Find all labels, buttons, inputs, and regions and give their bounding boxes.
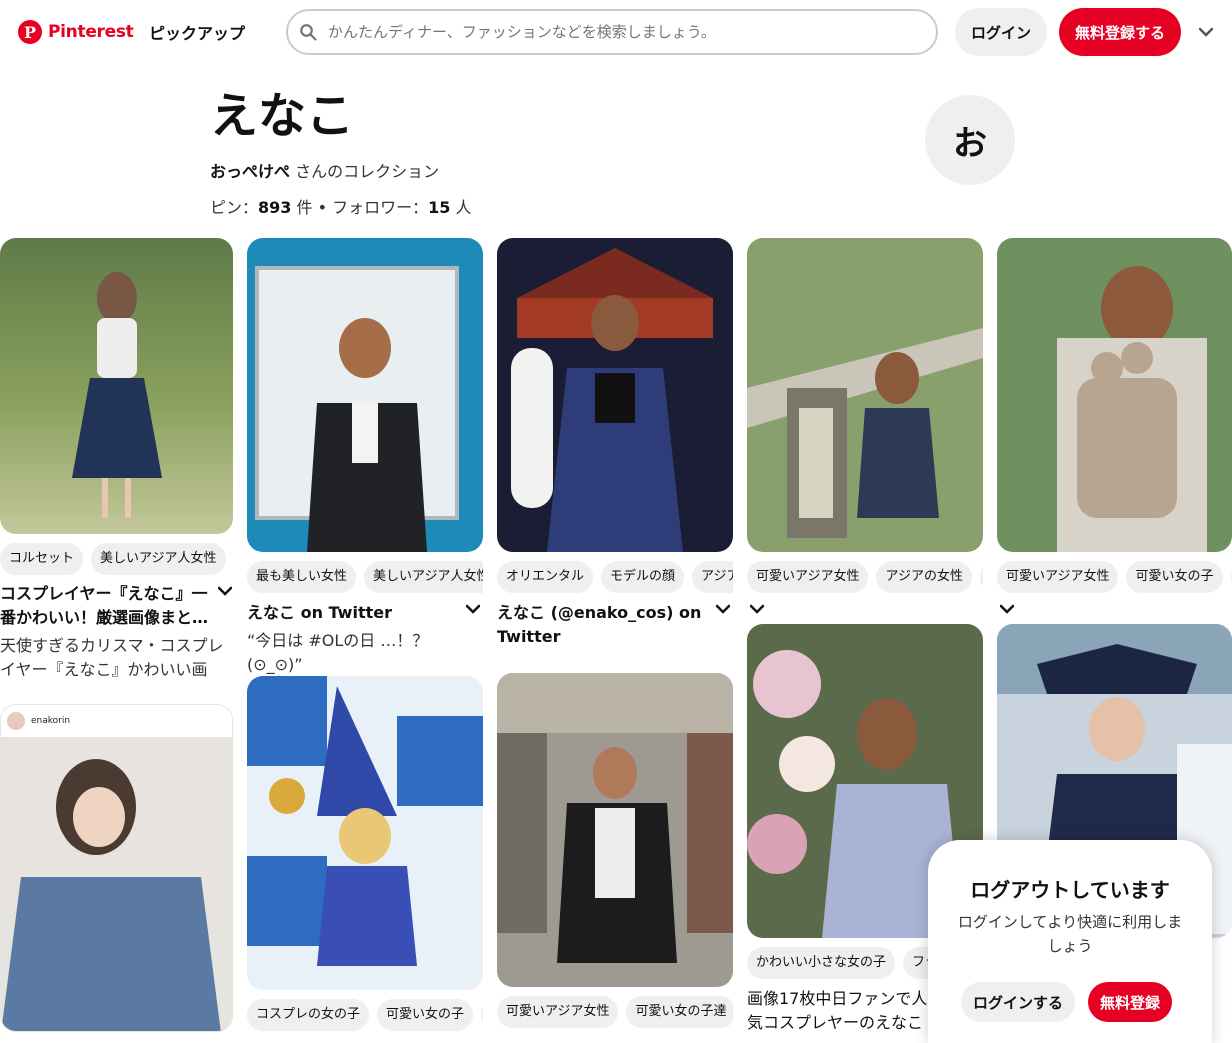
tag-chip[interactable]: アジアの bbox=[692, 561, 733, 593]
tag-chip[interactable]: 可愛い女の子 bbox=[1126, 561, 1223, 593]
pins-label: ピン： bbox=[210, 198, 259, 217]
tag-list: コスプレの女の子 可愛い女の子 ベ bbox=[247, 999, 483, 1031]
pin-description: 天使すぎるカリスマ・コスプレイヤー『えなこ』かわいい画像… bbox=[0, 636, 224, 679]
owner-suffix: さんのコレクション bbox=[295, 162, 440, 181]
pin-description: “今日は #OLの日 …！？(⊙_⊙)” bbox=[247, 631, 429, 674]
embed-profile-name: enakorin bbox=[31, 716, 71, 726]
pin-title[interactable]: コスプレイヤー『えなこ』一番かわいい！厳選画像まと… bbox=[0, 582, 212, 630]
chevron-down-icon[interactable] bbox=[714, 600, 732, 618]
board-stats: ピン：893 件 • フォロワー：15 人 bbox=[210, 194, 472, 218]
avatar[interactable]: お bbox=[925, 95, 1015, 185]
tag-list: コルセット 美しいアジア人女性 カ bbox=[0, 543, 233, 575]
chevron-down-icon[interactable] bbox=[998, 600, 1016, 618]
tag-chip[interactable]: 美しいアジア人女性 bbox=[364, 561, 483, 593]
login-button[interactable]: ログイン bbox=[955, 8, 1048, 56]
pin-image[interactable] bbox=[497, 673, 733, 987]
chevron-down-icon[interactable] bbox=[464, 600, 482, 618]
tag-chip[interactable]: 可愛いアジア女性 bbox=[997, 561, 1119, 593]
tag-chip[interactable]: かわいい小さな女の子 bbox=[747, 947, 896, 979]
popup-title: ログアウトしています bbox=[970, 878, 1170, 902]
pin-title[interactable]: えなこ on Twitter bbox=[247, 601, 457, 625]
pin-image[interactable] bbox=[747, 238, 983, 552]
chevron-down-icon[interactable] bbox=[748, 600, 766, 618]
tag-chip[interactable]: コルセット bbox=[0, 543, 84, 575]
pin-image[interactable]: enakorin bbox=[0, 704, 233, 1032]
pin-title[interactable]: えなこ (@enako_cos) on Twitter bbox=[497, 601, 707, 649]
tag-chip[interactable]: オリエンタル bbox=[497, 561, 594, 593]
pin-image[interactable] bbox=[247, 676, 483, 990]
logged-out-popup: ログアウトしています ログインしてより快適に利用しましょう ログインする 無料登… bbox=[928, 840, 1212, 1043]
tag-chip[interactable]: 可愛い女の子 bbox=[377, 999, 474, 1031]
pin-image[interactable] bbox=[497, 238, 733, 552]
tag-chip[interactable]: フラワ bbox=[903, 947, 928, 979]
pins-count: 893 bbox=[258, 198, 292, 217]
signup-button[interactable]: 無料登録する bbox=[1059, 8, 1182, 56]
popup-login-button[interactable]: ログインする bbox=[961, 982, 1076, 1022]
followers-unit: 人 bbox=[455, 198, 472, 217]
tag-chip[interactable]: 可愛い女の子達 bbox=[626, 996, 733, 1028]
nav-pickup-link[interactable]: ピックアップ bbox=[149, 20, 245, 44]
tag-list: 可愛いアジア女性 可愛い女の子達 bbox=[497, 996, 733, 1028]
pin-title[interactable]: 画像17枚中日ファンで人気コスプレヤーのえなこさん bbox=[747, 987, 928, 1035]
popup-text: ログインしてより快適に利用しましょう bbox=[957, 913, 1183, 955]
search-input[interactable] bbox=[328, 23, 918, 41]
board-owner: おっぺけぺ さんのコレクション bbox=[210, 158, 439, 182]
logo-text: Pinterest bbox=[48, 22, 134, 42]
tag-list: 可愛いアジア女性 アジアの女性 可 bbox=[747, 561, 983, 593]
tag-chip[interactable]: アジアの女性 bbox=[876, 561, 972, 593]
search-icon bbox=[288, 23, 328, 41]
tag-chip[interactable]: 可愛いアジア女性 bbox=[497, 996, 619, 1028]
tag-list: オリエンタル モデルの顔 アジアの bbox=[497, 561, 733, 593]
avatar bbox=[7, 712, 25, 730]
tag-list: かわいい小さな女の子 フラワ bbox=[747, 947, 928, 979]
tag-chip[interactable]: 可愛いアジア女性 bbox=[747, 561, 869, 593]
embed-header: enakorin bbox=[1, 705, 232, 737]
chevron-down-icon[interactable] bbox=[1196, 22, 1216, 42]
tag-list: 可愛いアジア女性 可愛い女の子 美 bbox=[997, 561, 1232, 593]
tag-chip[interactable]: ベ bbox=[481, 999, 483, 1031]
tag-chip[interactable]: コスプレの女の子 bbox=[247, 999, 370, 1031]
chevron-down-icon[interactable] bbox=[216, 582, 234, 600]
pin-image[interactable] bbox=[0, 238, 233, 534]
popup-signup-button[interactable]: 無料登録 bbox=[1088, 982, 1173, 1022]
tag-chip[interactable]: 可 bbox=[979, 561, 983, 593]
pin-image[interactable] bbox=[247, 238, 483, 552]
tag-chip[interactable]: 美しいアジア人女性 bbox=[91, 543, 226, 575]
tag-chip[interactable]: モデルの顔 bbox=[601, 561, 685, 593]
pin-image[interactable] bbox=[997, 238, 1232, 552]
board-title: えなこ bbox=[210, 88, 355, 144]
followers-count: 15 bbox=[428, 198, 451, 217]
pinterest-logo-icon: P bbox=[18, 20, 42, 44]
owner-name-link[interactable]: おっぺけぺ bbox=[210, 162, 290, 181]
tag-chip[interactable]: 最も美しい女性 bbox=[247, 561, 357, 593]
tag-list: 最も美しい女性 美しいアジア人女性 bbox=[247, 561, 483, 593]
pins-unit: 件 • フォロワー： bbox=[296, 198, 429, 217]
top-header: P Pinterest ピックアップ ログイン 無料登録する bbox=[0, 0, 1232, 64]
search-bar[interactable] bbox=[286, 9, 938, 55]
pinterest-logo[interactable]: P Pinterest bbox=[18, 20, 134, 44]
